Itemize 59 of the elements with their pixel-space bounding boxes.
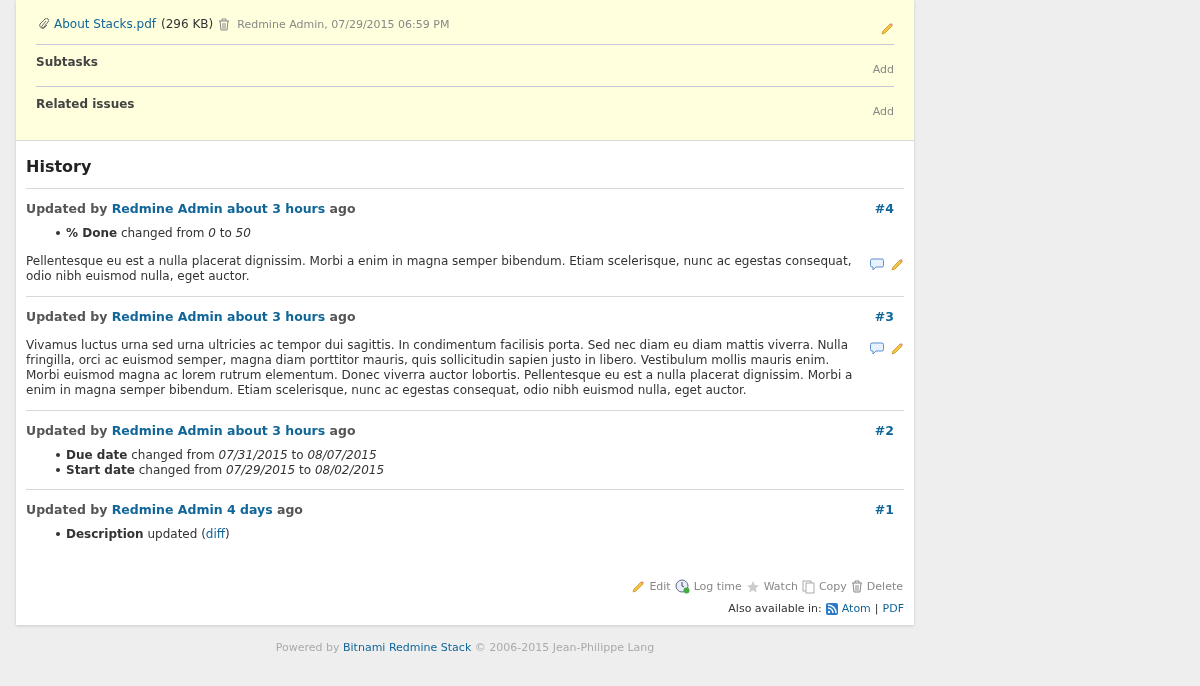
journal-number-link[interactable]: #4 [874,201,894,216]
quote-icon[interactable] [870,258,884,271]
footer-text: Powered by Bitnami Redmine Stack © 2006-2015 Jean-Philippe Lang [275,641,655,654]
pencil-icon[interactable] [890,342,904,356]
footer-link[interactable]: Bitnami Redmine Stack [343,641,472,654]
change-detail: % Done changed from 0 to 50 [66,226,251,240]
pencil-icon [631,579,646,594]
atom-link[interactable]: Atom [841,602,871,615]
quote-icon[interactable] [870,342,884,355]
journal-note: Vivamus luctus urna sed urna ultricies ac tempor dui sagittis. In condimentum facilisis porta. Sed nec diam eu diam mattis viverra. Nulla fringilla, orci ac euismod semper, magna diam porttitor mauris, quis sollicitudin sapien justo in libero. Vestibulum mollis mauris enim. Morbi euismod magna ac lorem rutrum elementum. Donec viverra auctor lobortis. Pellentesque eu est a nulla placerat dignissim. Morbi a enim in magna semper bibendum. Etiam scelerisque, nunc ac egestas consequat, odio nibh euismod nulla, eget auctor. [26,338,854,398]
action-link[interactable]: Copy [801,579,847,594]
section-title: Subtasks [36,55,98,71]
journal-header: Updated by Redmine Admin 4 days ago [26,502,303,517]
copy-icon [801,579,815,594]
action-link[interactable]: Log time [674,579,742,594]
change-detail: Description updated (diff) [66,527,230,541]
separator: | [874,602,879,615]
star-icon [745,579,760,594]
time-link[interactable]: about 3 hours [227,201,326,216]
paperclip-icon [38,18,49,30]
author-link[interactable]: Redmine Admin [111,423,223,438]
bullet-icon [56,532,60,536]
diff-link[interactable]: diff [205,527,226,541]
bullet-icon [56,453,60,457]
trash-icon[interactable] [218,17,231,31]
journal-header: Updated by Redmine Admin about 3 hours ago [26,309,356,324]
clock-icon [674,579,690,594]
history-heading: History [26,157,93,176]
journal-number-link[interactable]: #2 [874,423,894,438]
author-link[interactable]: Redmine Admin [111,502,223,517]
journal-header: Updated by Redmine Admin about 3 hours ago [26,423,356,438]
attachment-link[interactable]: About Stacks.pdf [54,17,157,31]
action-link[interactable]: Edit [631,579,671,594]
pencil-icon[interactable] [890,258,904,272]
time-link[interactable]: about 3 hours [227,309,326,324]
formats-label: Also available in: [728,602,822,615]
journal-header: Updated by Redmine Admin about 3 hours ago [26,201,356,216]
author-link[interactable]: Redmine Admin [111,309,223,324]
add-link[interactable]: Add [872,105,894,118]
time-link[interactable]: about 3 hours [227,423,326,438]
journal-note: Pellentesque eu est a nulla placerat dignissim. Morbi a enim in magna semper bibendum. Etiam scelerisque, nunc ac egestas consequat, odio nibh euismod nulla, eget auctor. [26,254,853,284]
attachment-meta: Redmine Admin, 07/29/2015 06:59 PM [237,17,450,31]
pdf-link[interactable]: PDF [882,602,904,615]
section-title: Related issues [36,97,135,113]
journal-number-link[interactable]: #3 [874,309,894,324]
trash-icon [850,580,863,593]
rss-icon [825,602,838,615]
journal-number-link[interactable]: #1 [874,502,894,517]
action-link[interactable]: Watch [745,579,798,594]
attachment-size: (296 KB) [161,17,214,31]
author-link[interactable]: Redmine Admin [111,201,223,216]
bullet-icon [56,468,60,472]
time-link[interactable]: 4 days [227,502,273,517]
change-detail: Start date changed from 07/29/2015 to 08/02/2015 [66,463,385,477]
change-detail: Due date changed from 07/31/2015 to 08/07/2015 [66,448,377,462]
pencil-icon[interactable] [880,22,894,36]
add-link[interactable]: Add [872,63,894,76]
action-link[interactable]: Delete [850,579,903,594]
bullet-icon [56,231,60,235]
